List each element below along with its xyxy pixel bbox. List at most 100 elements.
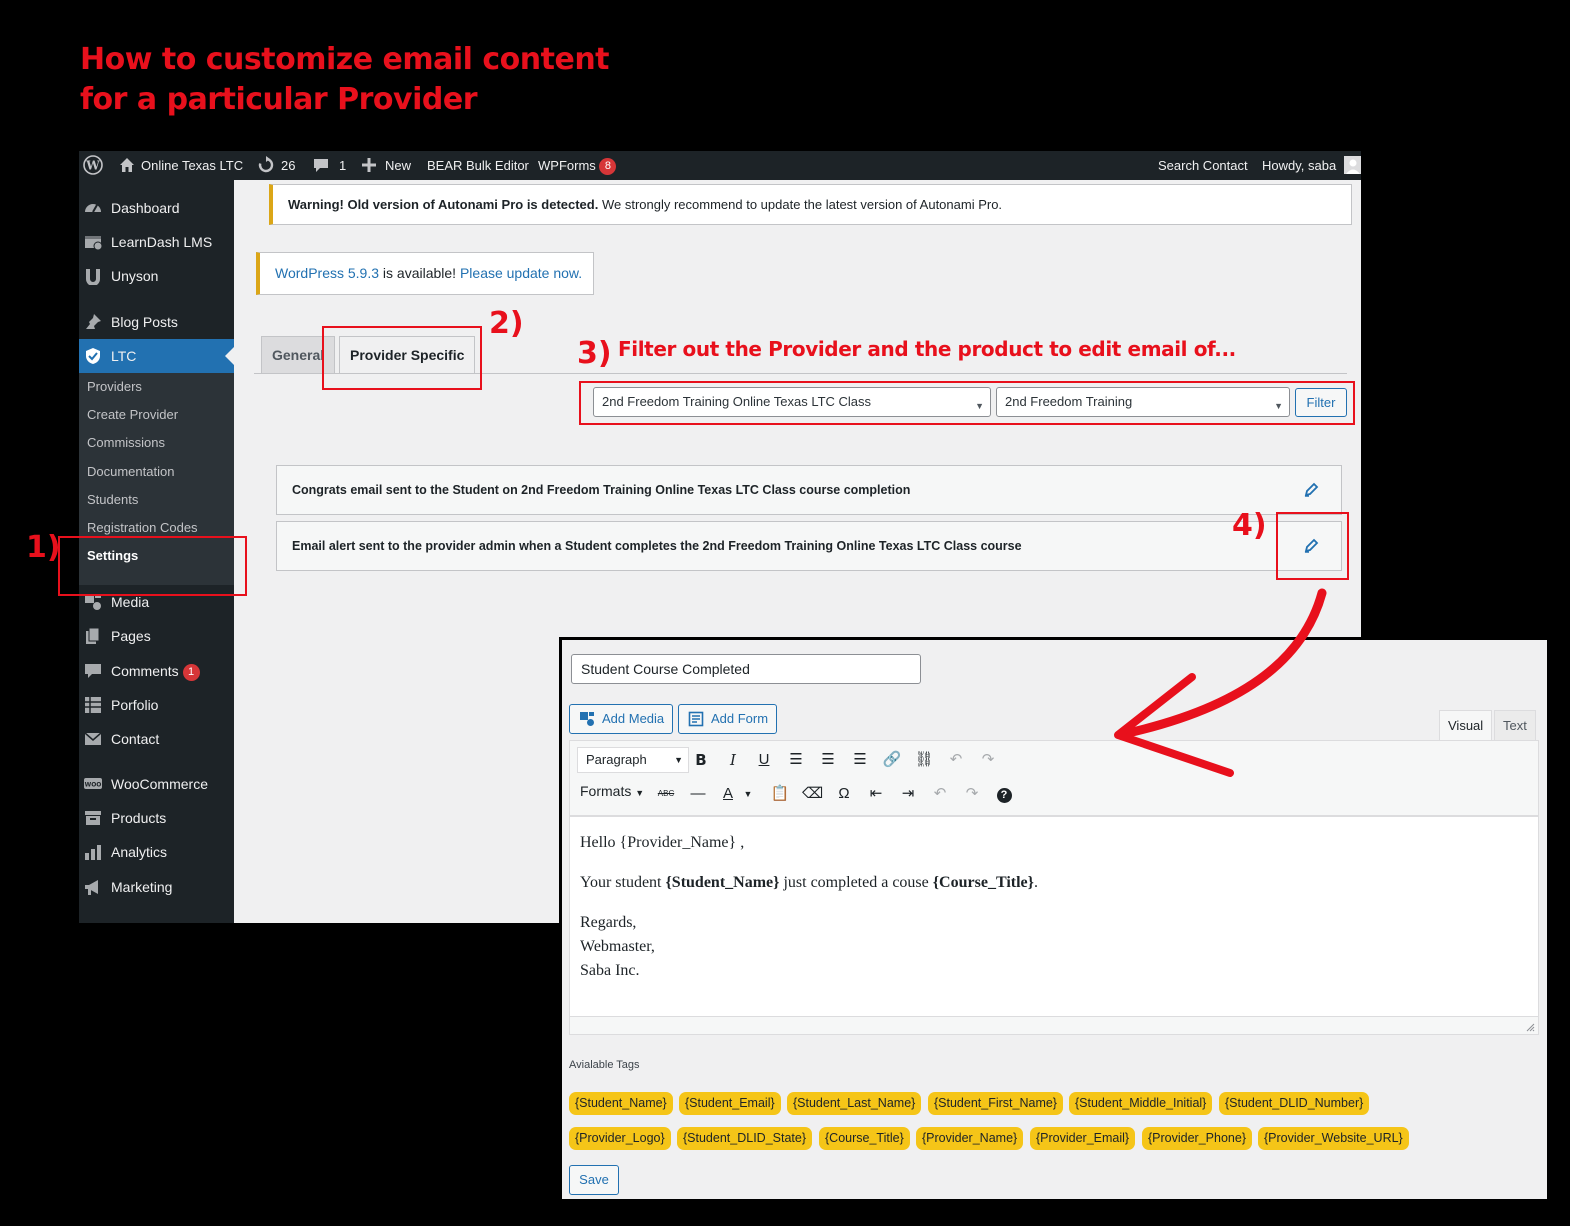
wordpress-version-link[interactable]: WordPress 5.9.3 bbox=[275, 265, 379, 281]
wordpress-update-notice: WordPress 5.9.3 is available! Please upd… bbox=[256, 252, 594, 295]
tab-text[interactable]: Text bbox=[1494, 710, 1536, 741]
tag-pill[interactable]: {Student_Last_Name} bbox=[787, 1092, 922, 1115]
text-color-icon[interactable]: A bbox=[718, 784, 738, 804]
annotation-step-3: 3) bbox=[577, 336, 612, 371]
sidebar-item-dashboard[interactable]: Dashboard bbox=[79, 191, 234, 225]
align-left-icon[interactable]: ☰ bbox=[786, 750, 806, 770]
account-menu[interactable]: Howdy, saba bbox=[1262, 151, 1361, 180]
sidebar-item-unyson[interactable]: Unyson bbox=[79, 259, 234, 293]
submenu-documentation[interactable]: Documentation bbox=[87, 458, 174, 486]
form-icon bbox=[688, 711, 704, 727]
grid-icon bbox=[85, 697, 101, 713]
align-center-icon[interactable]: ☰ bbox=[818, 750, 838, 770]
resize-handle-icon[interactable] bbox=[1526, 1023, 1535, 1032]
horizontal-line-icon[interactable]: — bbox=[688, 784, 708, 804]
sidebar-item-learndash[interactable]: LearnDash LMS bbox=[79, 225, 234, 259]
sidebar-item-contact[interactable]: Contact bbox=[79, 722, 234, 756]
submenu-create-provider[interactable]: Create Provider bbox=[87, 401, 178, 429]
editor-statusbar bbox=[569, 1016, 1539, 1035]
sidebar-item-marketing[interactable]: Marketing bbox=[79, 870, 234, 904]
body-message: Your student {Student_Name} just complet… bbox=[580, 874, 1038, 891]
unlink-icon[interactable]: ⛓ bbox=[914, 750, 934, 770]
wordpress-logo-icon[interactable]: W bbox=[83, 151, 103, 180]
tag-pill[interactable]: {Course_Title} bbox=[819, 1127, 910, 1150]
email-body-editor[interactable]: Hello {Provider_Name} , Your student {St… bbox=[569, 816, 1539, 1034]
autonami-warning-notice: Warning! Old version of Autonami Pro is … bbox=[269, 184, 1352, 225]
tab-visual[interactable]: Visual bbox=[1439, 710, 1493, 741]
admin-bar: W Online Texas LTC 26 1 New BEAR Bulk Ed… bbox=[79, 151, 1361, 180]
align-right-icon[interactable]: ☰ bbox=[850, 750, 870, 770]
tag-pill[interactable]: {Provider_Logo} bbox=[569, 1127, 671, 1150]
submenu-providers[interactable]: Providers bbox=[87, 373, 142, 401]
annotation-box-edit-icon bbox=[1276, 512, 1349, 580]
strikethrough-icon[interactable]: ABC bbox=[656, 784, 676, 804]
comment-bubble-icon bbox=[314, 159, 328, 172]
archive-icon bbox=[85, 811, 101, 825]
outdent-icon[interactable]: ⇤ bbox=[866, 784, 886, 804]
tag-pill[interactable]: {Student_Middle_Initial} bbox=[1069, 1092, 1213, 1115]
sidebar-item-ltc[interactable]: LTC bbox=[79, 339, 234, 373]
clear-formatting-icon[interactable]: ⌫ bbox=[802, 784, 823, 804]
site-name-link[interactable]: Online Texas LTC bbox=[119, 151, 243, 180]
email-subject-input[interactable]: Student Course Completed bbox=[571, 654, 921, 684]
formats-dropdown[interactable]: Formats ▼ bbox=[580, 781, 650, 801]
tag-pill[interactable]: {Student_First_Name} bbox=[928, 1092, 1063, 1115]
redo-icon[interactable]: ↷ bbox=[962, 784, 982, 804]
paste-text-icon[interactable]: 📋 bbox=[770, 784, 790, 804]
sidebar-item-pages[interactable]: Pages bbox=[79, 619, 234, 653]
updates-link[interactable]: 26 bbox=[257, 151, 295, 180]
bear-bulk-editor-link[interactable]: BEAR Bulk Editor bbox=[427, 151, 529, 180]
undo-icon[interactable]: ↶ bbox=[946, 750, 966, 770]
sidebar-item-products[interactable]: Products bbox=[79, 801, 234, 835]
wpforms-link[interactable]: WPForms 8 bbox=[538, 151, 617, 180]
underline-icon[interactable]: U bbox=[754, 750, 774, 770]
undo-icon[interactable]: ↶ bbox=[930, 784, 950, 804]
italic-icon[interactable]: I bbox=[723, 750, 743, 770]
wpforms-badge: 8 bbox=[599, 158, 617, 175]
body-signature: Regards, Webmaster, Saba Inc. bbox=[580, 914, 655, 979]
sidebar-item-woocommerce[interactable]: WOO WooCommerce bbox=[79, 767, 234, 801]
submenu-students[interactable]: Students bbox=[87, 486, 138, 514]
sidebar-item-comments[interactable]: Comments 1 bbox=[79, 654, 234, 688]
indent-icon[interactable]: ⇥ bbox=[898, 784, 918, 804]
add-media-button[interactable]: Add Media bbox=[569, 704, 673, 734]
annotation-box-settings bbox=[58, 536, 247, 596]
edit-pencil-icon[interactable] bbox=[1303, 482, 1319, 498]
tag-pill[interactable]: {Student_Email} bbox=[679, 1092, 781, 1115]
tag-pill[interactable]: {Provider_Email} bbox=[1030, 1127, 1136, 1150]
sidebar-item-analytics[interactable]: Analytics bbox=[79, 835, 234, 869]
svg-text:WOO: WOO bbox=[85, 782, 102, 789]
search-contact-link[interactable]: Search Contact bbox=[1158, 151, 1248, 180]
tag-pill[interactable]: {Provider_Phone} bbox=[1142, 1127, 1252, 1150]
tag-pill[interactable]: {Provider_Website_URL} bbox=[1258, 1127, 1409, 1150]
update-now-link[interactable]: Please update now. bbox=[460, 265, 582, 281]
new-content-link[interactable]: New bbox=[362, 151, 411, 180]
annotation-step-2: 2) bbox=[489, 306, 524, 341]
link-icon[interactable]: 🔗 bbox=[882, 750, 902, 770]
chevron-down-icon: ▼ bbox=[674, 755, 683, 765]
save-button[interactable]: Save bbox=[569, 1165, 619, 1195]
body-greeting: Hello {Provider_Name} , bbox=[580, 834, 745, 851]
pages-icon bbox=[86, 627, 100, 644]
chevron-down-icon[interactable]: ▼ bbox=[738, 784, 758, 804]
available-tags-title: Avialable Tags bbox=[569, 1059, 640, 1071]
help-icon[interactable]: ? bbox=[994, 784, 1014, 804]
submenu-commissions[interactable]: Commissions bbox=[87, 429, 165, 457]
comments-link[interactable]: 1 bbox=[313, 151, 346, 180]
sidebar-item-porfolio[interactable]: Porfolio bbox=[79, 688, 234, 722]
redo-icon[interactable]: ↷ bbox=[978, 750, 998, 770]
tag-pill[interactable]: {Student_DLID_Number} bbox=[1219, 1092, 1370, 1115]
paragraph-format-select[interactable]: Paragraph ▼ bbox=[577, 747, 689, 773]
bold-icon[interactable]: B bbox=[691, 750, 711, 770]
tag-pill[interactable]: {Provider_Name} bbox=[916, 1127, 1024, 1150]
megaphone-icon bbox=[85, 880, 98, 895]
annotation-step-3-text: Filter out the Provider and the product … bbox=[618, 337, 1236, 361]
tag-pill[interactable]: {Student_DLID_State} bbox=[677, 1127, 813, 1150]
email-row-provider-alert: Email alert sent to the provider admin w… bbox=[276, 521, 1342, 571]
refresh-icon bbox=[258, 156, 274, 173]
special-character-icon[interactable]: Ω bbox=[834, 784, 854, 804]
tag-pill[interactable]: {Student_Name} bbox=[569, 1092, 673, 1115]
add-form-button[interactable]: Add Form bbox=[678, 704, 777, 734]
unyson-icon bbox=[86, 269, 100, 285]
sidebar-item-blog-posts[interactable]: Blog Posts bbox=[79, 305, 234, 339]
